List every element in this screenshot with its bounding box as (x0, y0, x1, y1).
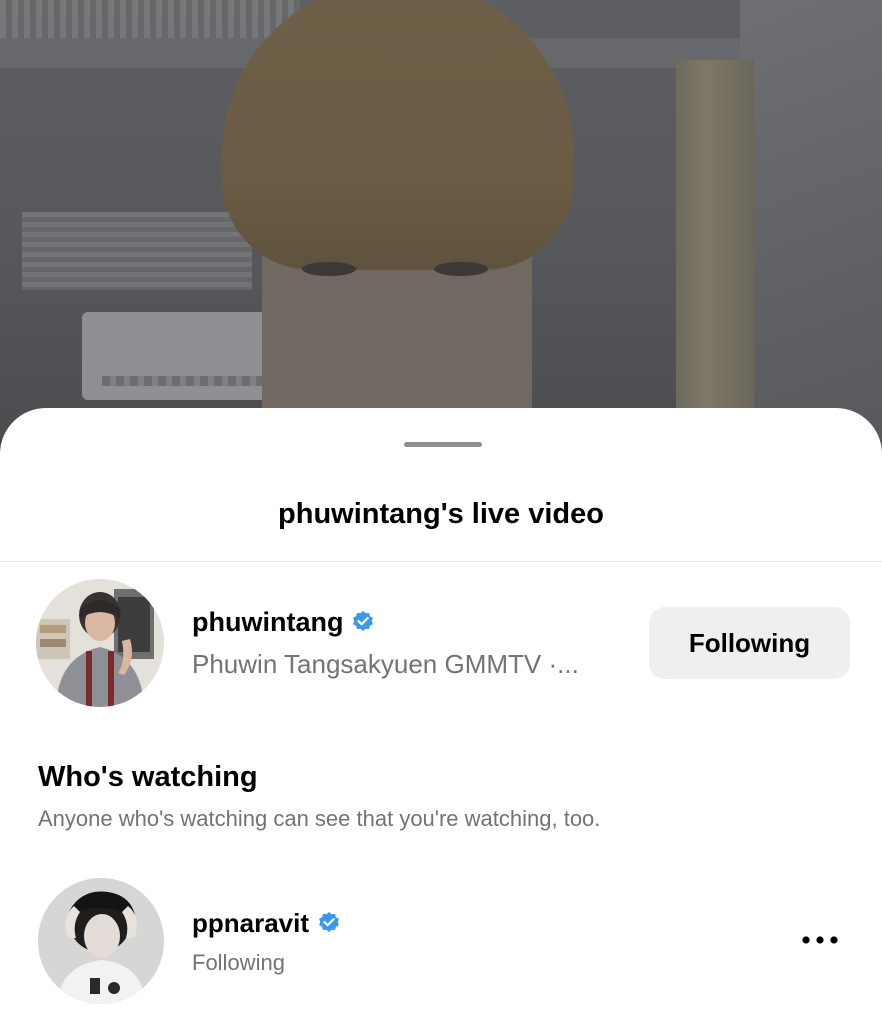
person-eye-right (434, 262, 488, 276)
host-name-row[interactable]: phuwintang (192, 604, 375, 640)
viewer-avatar[interactable] (38, 878, 164, 1004)
sheet-drag-handle[interactable] (404, 442, 482, 447)
host-username[interactable]: phuwintang (192, 607, 343, 638)
video-scene-curtain (676, 60, 754, 440)
live-video-feed[interactable] (0, 0, 882, 470)
sheet-divider (0, 561, 882, 562)
viewer-username[interactable]: ppnaravit (192, 908, 309, 939)
more-options-icon (802, 936, 838, 944)
viewer-avatar-image (38, 878, 164, 1004)
more-options-button[interactable] (790, 920, 850, 960)
video-scene-wall (740, 0, 882, 470)
video-scene-vent-panel (22, 212, 252, 290)
live-video-screen: phuwintang's live video phuwintang Phuwi… (0, 0, 882, 1024)
video-scene-person (222, 0, 574, 470)
host-full-name: Phuwin Tangsakyuen GMMTV ·... (192, 649, 579, 679)
verified-badge-icon (351, 610, 375, 634)
whos-watching-title: Who's watching (38, 761, 258, 793)
person-eye-left (302, 262, 356, 276)
person-hair (222, 0, 574, 270)
verified-badge-icon (317, 911, 341, 935)
live-info-sheet: phuwintang's live video phuwintang Phuwi… (0, 408, 882, 1024)
viewer-follow-status: Following (192, 950, 285, 975)
viewer-name-row[interactable]: ppnaravit (192, 906, 341, 940)
whos-watching-description: Anyone who's watching can see that you'r… (38, 806, 601, 831)
following-button[interactable]: Following (649, 607, 850, 679)
host-avatar-image (36, 579, 164, 707)
host-avatar[interactable] (36, 579, 164, 707)
sheet-title: phuwintang's live video (278, 498, 604, 530)
